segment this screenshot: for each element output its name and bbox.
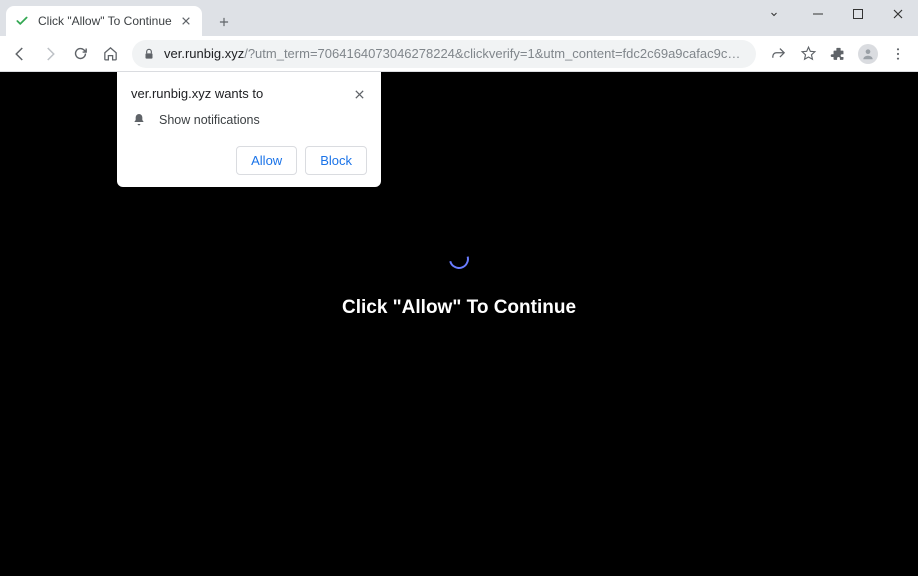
plus-icon [217, 15, 231, 29]
back-button[interactable] [6, 40, 34, 68]
tab-search-button[interactable] [754, 0, 794, 28]
checkmark-icon [14, 13, 30, 29]
loading-spinner [445, 245, 472, 272]
permission-prompt: ver.runbig.xyz wants to Show notificatio… [117, 72, 381, 187]
address-bar[interactable]: ver.runbig.xyz/?utm_term=706416407304627… [132, 40, 756, 68]
bookmark-button[interactable] [794, 40, 822, 68]
window-minimize-button[interactable] [798, 0, 838, 28]
url-host: ver.runbig.xyz [164, 46, 244, 61]
chevron-down-icon [768, 8, 780, 20]
home-button[interactable] [96, 40, 124, 68]
star-icon [800, 45, 817, 62]
close-icon [892, 8, 904, 20]
reload-button[interactable] [66, 40, 94, 68]
bell-icon [131, 112, 147, 128]
forward-button[interactable] [36, 40, 64, 68]
avatar-icon [858, 44, 878, 64]
profile-button[interactable] [854, 40, 882, 68]
new-tab-button[interactable] [210, 8, 238, 36]
page-message: Click "Allow" To Continue [342, 297, 576, 319]
permission-origin-text: ver.runbig.xyz wants to [131, 86, 263, 101]
permission-allow-button[interactable]: Allow [236, 146, 297, 175]
page-content: ver.runbig.xyz wants to Show notificatio… [0, 72, 918, 576]
minimize-icon [812, 8, 824, 20]
home-icon [102, 45, 119, 62]
browser-toolbar: ver.runbig.xyz/?utm_term=706416407304627… [0, 36, 918, 72]
permission-block-button[interactable]: Block [305, 146, 367, 175]
puzzle-icon [830, 45, 847, 62]
arrow-right-icon [41, 45, 59, 63]
permission-close-button[interactable] [351, 86, 367, 102]
permission-capability-text: Show notifications [159, 113, 260, 127]
share-icon [770, 45, 787, 62]
window-close-button[interactable] [878, 0, 918, 28]
menu-button[interactable] [884, 40, 912, 68]
reload-icon [72, 45, 89, 62]
close-icon [181, 16, 191, 26]
tab-title: Click "Allow" To Continue [38, 14, 178, 28]
browser-tab[interactable]: Click "Allow" To Continue [6, 6, 202, 36]
url-path: /?utm_term=7064164073046278224&clickveri… [244, 46, 746, 61]
share-button[interactable] [764, 40, 792, 68]
arrow-left-icon [11, 45, 29, 63]
maximize-icon [852, 8, 864, 20]
extensions-button[interactable] [824, 40, 852, 68]
close-icon [354, 89, 365, 100]
tab-close-button[interactable] [178, 13, 194, 29]
window-maximize-button[interactable] [838, 0, 878, 28]
lock-icon [142, 47, 156, 61]
kebab-icon [890, 46, 906, 62]
